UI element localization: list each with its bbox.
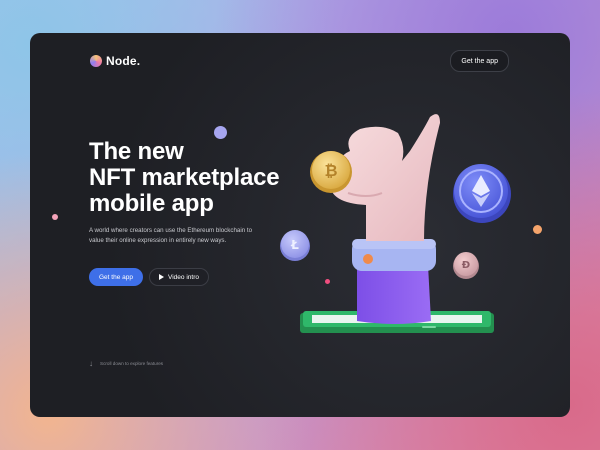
litecoin-coin: Ł bbox=[280, 230, 310, 261]
svg-text:₿: ₿ bbox=[324, 161, 337, 180]
dash-coin: Đ bbox=[453, 252, 479, 279]
bitcoin-coin: ₿ bbox=[310, 151, 352, 193]
svg-text:Ł: Ł bbox=[290, 238, 299, 252]
svg-text:Đ: Đ bbox=[462, 260, 470, 271]
hero-card: Node. Get the app The new NFT marketplac… bbox=[30, 33, 570, 417]
sleeve bbox=[352, 239, 436, 324]
ethereum-coin bbox=[453, 164, 511, 223]
nft-hand-illustration: ₿ Ł Đ bbox=[280, 114, 511, 333]
